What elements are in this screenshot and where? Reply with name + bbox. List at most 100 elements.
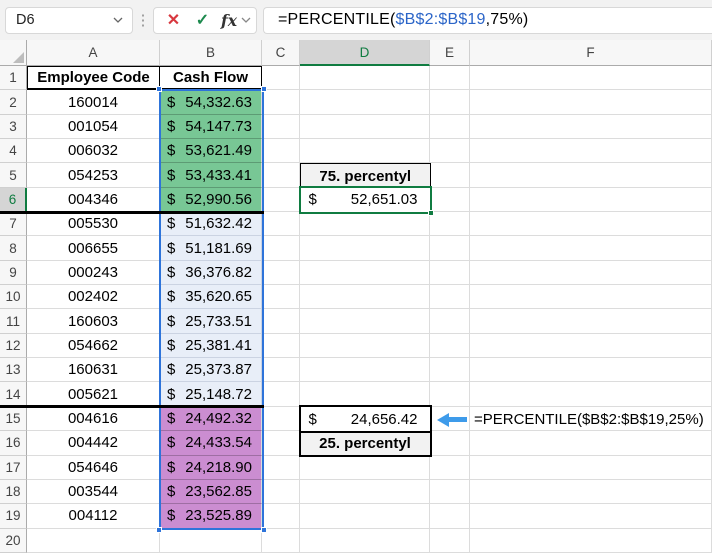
column-header-B[interactable]: B <box>160 40 262 66</box>
row-header-4[interactable]: 4 <box>0 139 27 164</box>
cell-E8[interactable] <box>430 236 470 261</box>
cell-A13[interactable]: 160631 <box>27 358 160 383</box>
cell-D14[interactable] <box>300 382 430 407</box>
cell-B4[interactable]: $53,621.49 <box>160 139 262 164</box>
row-header-2[interactable]: 2 <box>0 90 27 115</box>
cell-B9[interactable]: $36,376.82 <box>160 260 262 286</box>
row-header-16[interactable]: 16 <box>0 431 27 456</box>
column-header-D[interactable]: D <box>300 40 430 66</box>
cell-A20[interactable] <box>27 528 160 553</box>
cell-E20[interactable] <box>430 528 470 553</box>
row-header-13[interactable]: 13 <box>0 358 27 383</box>
cell-A4[interactable]: 006032 <box>27 139 160 164</box>
cell-B2[interactable]: $54,332.63 <box>160 90 262 115</box>
cell-F11[interactable] <box>470 309 712 334</box>
formula-input[interactable]: =PERCENTILE($B$2:$B$19,75%) <box>263 6 712 34</box>
cell-E19[interactable] <box>430 504 470 529</box>
row-header-6[interactable]: 6 <box>0 187 27 213</box>
cell-C13[interactable] <box>262 358 300 383</box>
cell-E7[interactable] <box>430 212 470 237</box>
cell-E2[interactable] <box>430 90 470 115</box>
cell-F7[interactable] <box>470 212 712 237</box>
cell-B13[interactable]: $25,373.87 <box>160 358 262 383</box>
row-header-11[interactable]: 11 <box>0 309 27 334</box>
row-header-14[interactable]: 14 <box>0 382 27 407</box>
cell-A2[interactable]: 160014 <box>27 90 160 115</box>
column-header-F[interactable]: F <box>470 40 712 66</box>
cell-C20[interactable] <box>262 528 300 553</box>
cell-E10[interactable] <box>430 285 470 310</box>
cell-D9[interactable] <box>300 260 430 286</box>
cell-E18[interactable] <box>430 479 470 505</box>
cell-D7[interactable] <box>300 212 430 237</box>
cell-D3[interactable] <box>300 114 430 140</box>
row-header-8[interactable]: 8 <box>0 236 27 261</box>
cell-F19[interactable] <box>470 504 712 529</box>
cell-D20[interactable] <box>300 528 430 553</box>
cell-F18[interactable] <box>470 479 712 505</box>
cell-B19[interactable]: $23,525.89 <box>160 504 262 529</box>
cell-B16[interactable]: $24,433.54 <box>160 431 262 456</box>
cell-C17[interactable] <box>262 455 300 480</box>
cell-B14[interactable]: $25,148.72 <box>160 382 262 407</box>
cell-C16[interactable] <box>262 431 300 456</box>
cell-E1[interactable] <box>430 66 470 91</box>
cell-B1[interactable]: Cash Flow <box>160 66 262 91</box>
cancel-icon[interactable]: ✕ <box>159 8 188 33</box>
cell-C3[interactable] <box>262 114 300 140</box>
select-all-corner[interactable] <box>0 40 27 66</box>
more-options-icon[interactable]: ⋮ <box>135 11 151 29</box>
cell-F12[interactable] <box>470 333 712 359</box>
cell-F13[interactable] <box>470 358 712 383</box>
cell-A17[interactable]: 054646 <box>27 455 160 480</box>
cell-C12[interactable] <box>262 333 300 359</box>
active-cell-D6[interactable]: $ 52,651.03 <box>298 186 434 216</box>
cell-A18[interactable]: 003544 <box>27 479 160 505</box>
cell-E4[interactable] <box>430 139 470 164</box>
cell-B10[interactable]: $35,620.65 <box>160 285 262 310</box>
cell-C11[interactable] <box>262 309 300 334</box>
cell-D2[interactable] <box>300 90 430 115</box>
cell-A19[interactable]: 004112 <box>27 504 160 529</box>
cell-F5[interactable] <box>470 163 712 188</box>
cell-A12[interactable]: 054662 <box>27 333 160 359</box>
cell-D10[interactable] <box>300 285 430 310</box>
cell-D12[interactable] <box>300 333 430 359</box>
cell-B20[interactable] <box>160 528 262 553</box>
row-header-12[interactable]: 12 <box>0 333 27 359</box>
cell-D18[interactable] <box>300 479 430 505</box>
cell-F3[interactable] <box>470 114 712 140</box>
cell-F17[interactable] <box>470 455 712 480</box>
cell-C4[interactable] <box>262 139 300 164</box>
cell-F4[interactable] <box>470 139 712 164</box>
cell-A7[interactable]: 005530 <box>27 212 160 237</box>
cell-F2[interactable] <box>470 90 712 115</box>
cell-B15[interactable]: $24,492.32 <box>160 406 262 432</box>
cell-E12[interactable] <box>430 333 470 359</box>
cell-C15[interactable] <box>262 406 300 432</box>
cell-B11[interactable]: $25,733.51 <box>160 309 262 334</box>
cell-F1[interactable] <box>470 66 712 91</box>
cell-F9[interactable] <box>470 260 712 286</box>
cell-E17[interactable] <box>430 455 470 480</box>
cell-D17[interactable] <box>300 455 430 480</box>
chevron-down-icon[interactable] <box>241 17 251 23</box>
cell-A9[interactable]: 000243 <box>27 260 160 286</box>
cell-C5[interactable] <box>262 163 300 188</box>
cell-F10[interactable] <box>470 285 712 310</box>
cell-C14[interactable] <box>262 382 300 407</box>
cell-A8[interactable]: 006655 <box>27 236 160 261</box>
cell-F6[interactable] <box>470 187 712 213</box>
column-header-E[interactable]: E <box>430 40 470 66</box>
cell-D16-percentile25-label[interactable]: 25. percentyl <box>298 430 432 458</box>
cell-D4[interactable] <box>300 139 430 164</box>
cell-C9[interactable] <box>262 260 300 286</box>
row-header-17[interactable]: 17 <box>0 455 27 480</box>
cell-A6[interactable]: 004346 <box>27 187 160 213</box>
cell-D8[interactable] <box>300 236 430 261</box>
cell-E6[interactable] <box>430 187 470 213</box>
cell-B8[interactable]: $51,181.69 <box>160 236 262 261</box>
cell-A15[interactable]: 004616 <box>27 406 160 432</box>
row-header-10[interactable]: 10 <box>0 285 27 310</box>
formula-annotation[interactable]: =PERCENTILE($B$2:$B$19,25%) <box>474 407 704 431</box>
